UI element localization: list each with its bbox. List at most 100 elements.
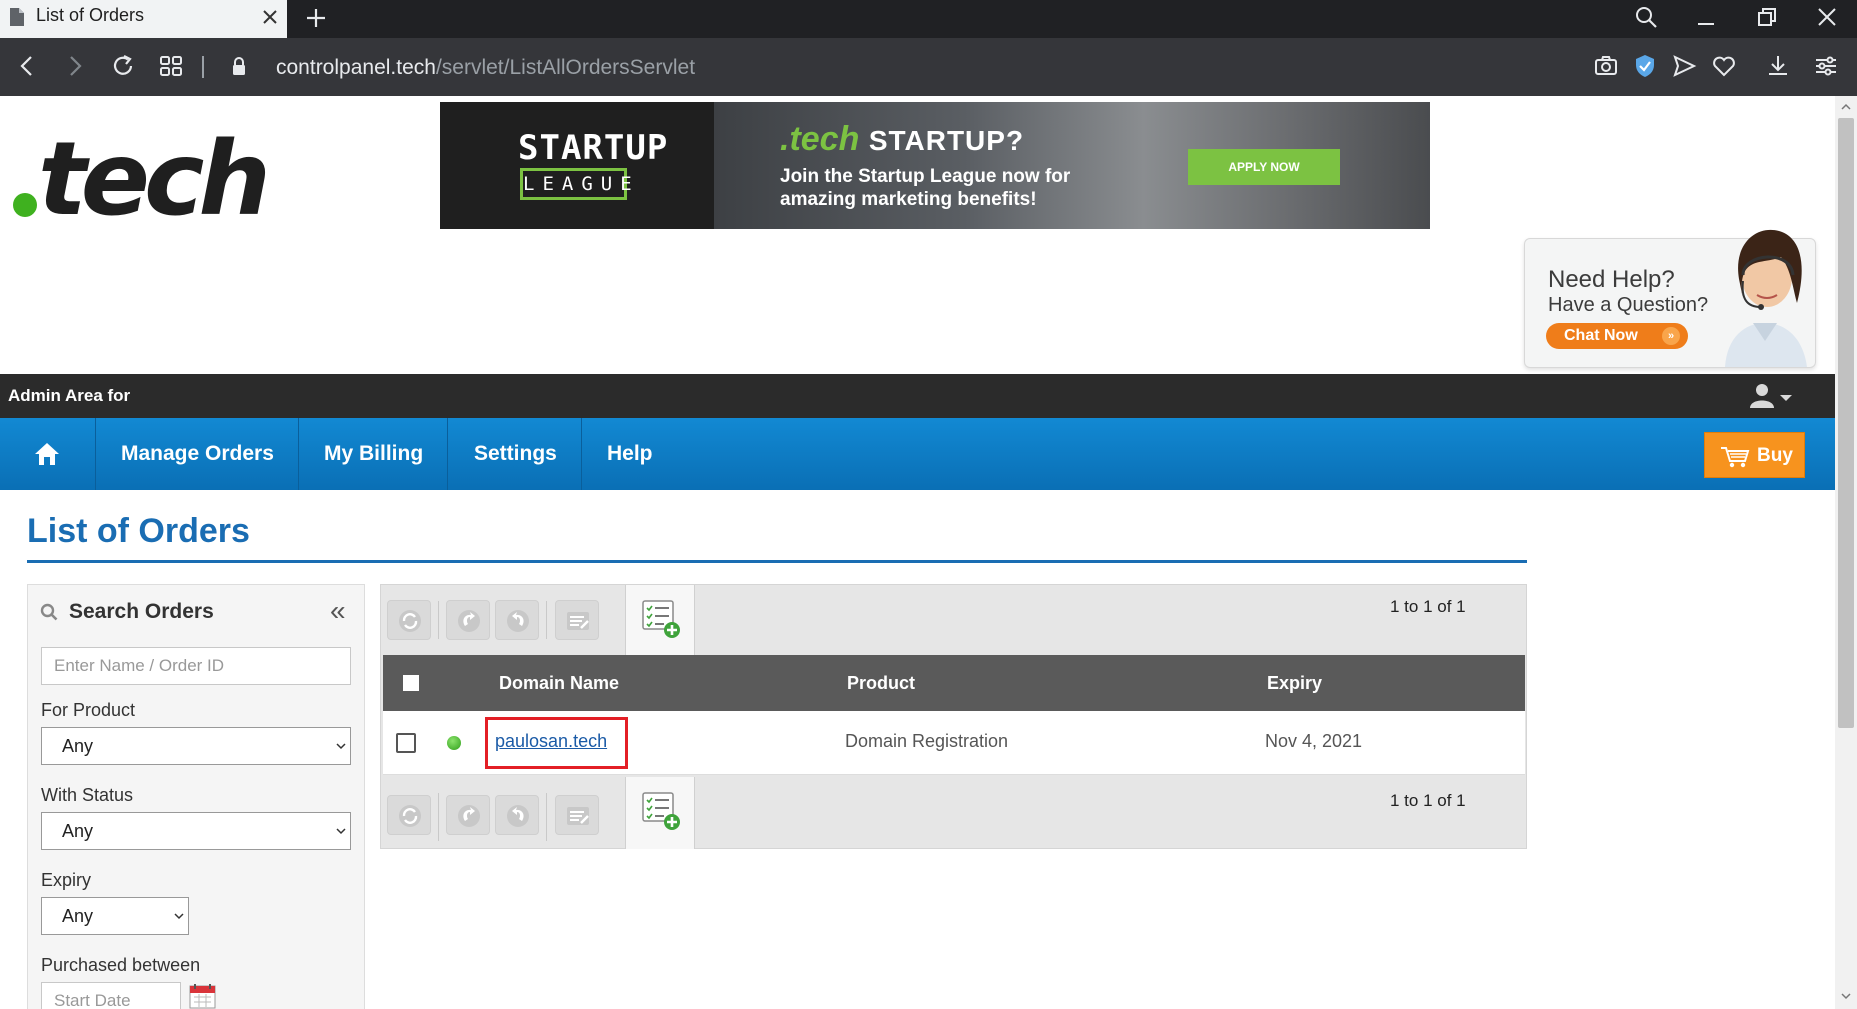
bulk-edit-button[interactable] [555, 600, 599, 640]
help-subtitle: Have a Question? [1548, 294, 1709, 316]
edit-list-icon [567, 612, 589, 630]
camera-icon[interactable] [1592, 52, 1620, 80]
banner-text-line1: Join the Startup League now for [780, 166, 1071, 187]
lock-icon[interactable] [225, 52, 253, 80]
forward-icon[interactable] [60, 52, 88, 80]
product-filter-value: Any [62, 736, 94, 756]
orders-panel: 1 to 1 of 1 Domain Name Product Expiry p… [380, 584, 1527, 849]
browser-tab[interactable]: List of Orders [0, 0, 287, 38]
pagination-top: 1 to 1 of 1 [1390, 597, 1466, 616]
column-product[interactable]: Product [847, 673, 915, 694]
bulk-edit-button-bottom[interactable] [555, 795, 599, 835]
nav-help[interactable]: Help [583, 418, 677, 490]
add-order-button[interactable] [625, 585, 695, 657]
address-bar[interactable]: controlpanel.tech/servlet/ListAllOrdersS… [276, 55, 695, 81]
close-tab-icon[interactable] [259, 6, 281, 28]
nav-my-billing[interactable]: My Billing [300, 418, 449, 490]
url-path: /servlet/ListAllOrdersServlet [435, 56, 696, 79]
unsuspend-button[interactable] [495, 600, 539, 640]
pagination-bottom: 1 to 1 of 1 [1390, 791, 1466, 810]
status-filter-select[interactable]: Any [41, 812, 351, 850]
browser-search-icon[interactable] [1632, 4, 1660, 32]
unsuspend-button-bottom[interactable] [495, 795, 539, 835]
expiry-cell: Nov 4, 2021 [1265, 731, 1363, 751]
new-tab-icon[interactable] [303, 5, 329, 31]
easy-setup-icon[interactable] [1812, 52, 1840, 80]
unsuspend-icon [507, 610, 529, 632]
home-button[interactable] [0, 418, 96, 490]
search-orders-panel: Search Orders « Enter Name / Order ID Fo… [27, 584, 365, 1009]
help-widget[interactable]: Need Help? Have a Question? Chat Now » [1524, 229, 1816, 368]
chevron-down-icon [174, 913, 184, 920]
heart-icon[interactable] [1710, 52, 1738, 80]
suspend-icon [458, 805, 480, 827]
unsuspend-icon [507, 805, 529, 827]
document-icon [10, 8, 24, 26]
banner-headline-text: STARTUP? [868, 125, 1025, 156]
add-list-icon [642, 600, 680, 638]
expiry-filter-select[interactable]: Any [41, 897, 189, 935]
buy-button[interactable]: Buy [1704, 432, 1805, 478]
product-cell: Domain Registration [845, 731, 1009, 751]
browser-tab-bar: List of Orders [0, 0, 1857, 38]
close-window-icon[interactable] [1813, 4, 1841, 32]
refresh-icon [399, 610, 421, 632]
orders-table-header: Domain Name Product Expiry [383, 655, 1525, 711]
row-checkbox[interactable] [396, 733, 416, 753]
status-filter-label: With Status [41, 785, 134, 805]
table-row: paulosan.tech Domain Registration Nov 4,… [383, 711, 1525, 775]
page-title: List of Orders [27, 512, 250, 550]
url-host: controlpanel.tech [276, 56, 436, 79]
refresh-button-bottom[interactable] [387, 795, 431, 835]
purchased-between-label: Purchased between [41, 955, 201, 975]
page-viewport: tech STARTUP LEAGUE .tech STARTUP? Join … [0, 96, 1835, 1009]
speed-dial-icon[interactable] [157, 52, 185, 80]
toolbar-separator [438, 793, 439, 841]
svg-text:tech: tech [38, 128, 265, 218]
scroll-up-icon[interactable] [1839, 100, 1853, 114]
back-icon[interactable] [14, 52, 42, 80]
home-icon [35, 443, 59, 465]
collapse-panel-icon[interactable]: « [330, 597, 346, 625]
column-domain-name[interactable]: Domain Name [499, 673, 619, 694]
search-orders-title: Search Orders [69, 600, 214, 623]
chat-now-label: Chat Now [1564, 327, 1638, 344]
banner-left-title: STARTUP [518, 128, 669, 168]
suspend-button-bottom[interactable] [446, 795, 490, 835]
status-active-icon [447, 736, 461, 750]
suspend-button[interactable] [446, 600, 490, 640]
nav-manage-orders[interactable]: Manage Orders [97, 418, 299, 490]
search-input[interactable]: Enter Name / Order ID [41, 647, 351, 685]
chevron-down-icon [336, 828, 346, 835]
tech-logo[interactable]: tech [8, 128, 278, 218]
double-chevron-right-icon: » [1662, 327, 1680, 345]
send-icon[interactable] [1670, 52, 1698, 80]
status-filter-value: Any [62, 821, 94, 841]
refresh-button[interactable] [387, 600, 431, 640]
product-filter-select[interactable]: Any [41, 727, 351, 765]
add-order-button-bottom[interactable] [625, 777, 695, 849]
tab-title: List of Orders [36, 5, 145, 25]
nav-settings[interactable]: Settings [450, 418, 582, 490]
scrollbar-thumb[interactable] [1838, 118, 1854, 728]
promo-banner[interactable]: STARTUP LEAGUE .tech STARTUP? Join the S… [440, 102, 1430, 229]
select-all-checkbox[interactable] [403, 675, 419, 691]
apply-now-button[interactable]: APPLY NOW [1188, 149, 1340, 185]
shield-icon[interactable] [1631, 52, 1659, 80]
minimize-icon[interactable] [1692, 4, 1720, 32]
user-menu-icon[interactable] [1748, 382, 1796, 410]
column-expiry[interactable]: Expiry [1267, 673, 1322, 694]
scroll-down-icon[interactable] [1839, 989, 1853, 1003]
page-scrollbar[interactable] [1835, 96, 1857, 1009]
start-date-input[interactable]: Start Date [41, 982, 181, 1009]
add-list-icon [642, 792, 680, 830]
chat-now-button[interactable]: Chat Now » [1546, 323, 1688, 349]
startup-league-logo: STARTUP LEAGUE [440, 102, 714, 229]
download-icon[interactable] [1764, 52, 1792, 80]
domain-name-link[interactable]: paulosan.tech [495, 731, 607, 752]
reload-icon[interactable] [109, 52, 137, 80]
restore-icon[interactable] [1753, 4, 1781, 32]
toolbar-separator [546, 601, 547, 639]
toolbar-separator [546, 793, 547, 841]
calendar-icon[interactable] [189, 982, 216, 1009]
